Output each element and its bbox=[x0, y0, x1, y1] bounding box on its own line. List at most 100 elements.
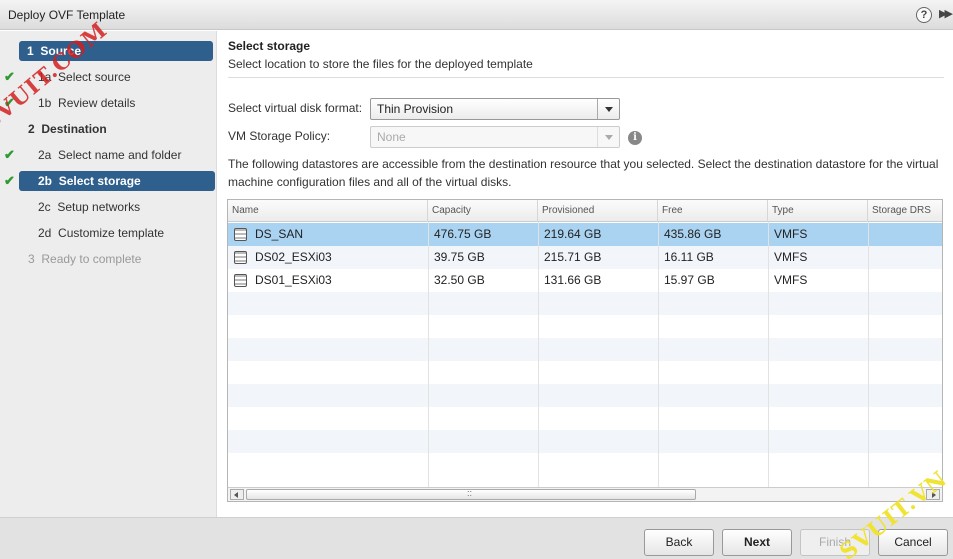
cancel-button[interactable]: Cancel bbox=[878, 529, 948, 556]
grip-icon: :: bbox=[467, 488, 473, 498]
cell-capacity: 476.75 GB bbox=[428, 223, 538, 246]
empty-table-row bbox=[228, 430, 942, 453]
cell-text: 435.86 GB bbox=[664, 227, 722, 241]
wizard-steps-sidebar: 1 Source ✔ 1a Select source ✔ 1b Review … bbox=[0, 31, 217, 517]
step-select-source[interactable]: ✔ 1a Select source bbox=[0, 67, 217, 87]
cell-drs bbox=[868, 246, 942, 269]
column-header-type[interactable]: Type bbox=[768, 200, 868, 222]
storage-policy-label: VM Storage Policy: bbox=[228, 129, 331, 143]
page-title: Select storage bbox=[228, 39, 311, 53]
step-select-name-folder[interactable]: ✔ 2a Select name and folder bbox=[0, 145, 217, 165]
dropdown-button[interactable] bbox=[597, 99, 619, 119]
step-source[interactable]: 1 Source bbox=[19, 41, 213, 61]
step-label: Select source bbox=[58, 70, 131, 84]
info-icon[interactable]: i bbox=[628, 131, 642, 145]
column-header-capacity[interactable]: Capacity bbox=[428, 200, 538, 222]
arrow-left-icon bbox=[234, 492, 238, 498]
column-divider bbox=[428, 222, 429, 487]
cell-type: VMFS bbox=[768, 269, 868, 292]
step-label: Destination bbox=[41, 122, 107, 136]
step-label: Source bbox=[40, 44, 82, 58]
chevron-down-icon bbox=[605, 107, 613, 112]
step-label: Setup networks bbox=[57, 200, 141, 214]
datastores-table: Name Capacity Provisioned Free Type Stor… bbox=[227, 199, 943, 502]
cell-provisioned: 131.66 GB bbox=[538, 269, 658, 292]
scroll-left-button[interactable] bbox=[230, 489, 244, 500]
disk-format-select[interactable]: Thin Provision bbox=[370, 98, 620, 120]
cell-text: DS01_ESXi03 bbox=[255, 273, 332, 287]
step-number: 2 bbox=[28, 122, 35, 136]
cell-name: DS_SAN bbox=[228, 223, 428, 246]
step-label: Ready to complete bbox=[41, 252, 142, 266]
cell-provisioned: 215.71 GB bbox=[538, 246, 658, 269]
step-label: Customize template bbox=[58, 226, 165, 240]
column-divider bbox=[768, 222, 769, 487]
back-button[interactable]: Back bbox=[644, 529, 714, 556]
step-select-storage[interactable]: 2b Select storage bbox=[19, 171, 215, 191]
cell-name: DS02_ESXi03 bbox=[228, 246, 428, 269]
column-header-provisioned[interactable]: Provisioned bbox=[538, 200, 658, 222]
step-number: 3 bbox=[28, 252, 35, 266]
empty-table-row bbox=[228, 315, 942, 338]
cell-text: VMFS bbox=[774, 250, 808, 264]
chevron-down-icon bbox=[605, 135, 613, 140]
table-header: Name Capacity Provisioned Free Type Stor… bbox=[228, 200, 942, 222]
window-title: Deploy OVF Template bbox=[8, 8, 126, 22]
table-row[interactable]: DS01_ESXi03 32.50 GB 131.66 GB 15.97 GB VMFS bbox=[228, 269, 942, 292]
step-destination[interactable]: 2 Destination bbox=[0, 119, 217, 139]
column-divider bbox=[658, 222, 659, 487]
cell-drs bbox=[868, 269, 942, 292]
next-button[interactable]: Next bbox=[722, 529, 792, 556]
cell-text: 131.66 GB bbox=[544, 273, 602, 287]
arrow-right-icon bbox=[932, 492, 936, 498]
check-icon: ✔ bbox=[4, 95, 15, 110]
empty-table-row bbox=[228, 407, 942, 430]
column-header-storage-drs[interactable]: Storage DRS bbox=[868, 200, 942, 222]
step-number: 1a bbox=[38, 70, 52, 84]
step-number: 2d bbox=[38, 226, 52, 240]
step-label: Select storage bbox=[58, 174, 141, 188]
step-number: 1b bbox=[38, 96, 52, 110]
cell-provisioned: 219.64 GB bbox=[538, 223, 658, 246]
dropdown-button bbox=[597, 127, 619, 147]
cell-free: 15.97 GB bbox=[658, 269, 768, 292]
cell-text: 215.71 GB bbox=[544, 250, 602, 264]
cell-text: DS02_ESXi03 bbox=[255, 250, 332, 264]
step-label: Select name and folder bbox=[58, 148, 182, 162]
title-bar: Deploy OVF Template ? ▶▶ bbox=[0, 0, 953, 30]
cell-text: 32.50 GB bbox=[434, 273, 485, 287]
datastores-description: The following datastores are accessible … bbox=[228, 157, 939, 189]
cell-text: 219.64 GB bbox=[544, 227, 602, 241]
cell-type: VMFS bbox=[768, 223, 868, 246]
wizard-footer: Back Next Finish Cancel bbox=[0, 517, 953, 559]
storage-policy-select: None bbox=[370, 126, 620, 148]
column-header-name[interactable]: Name bbox=[228, 200, 428, 222]
cell-type: VMFS bbox=[768, 246, 868, 269]
cell-text: 39.75 GB bbox=[434, 250, 485, 264]
cell-text: 476.75 GB bbox=[434, 227, 492, 241]
table-row[interactable]: DS_SAN 476.75 GB 219.64 GB 435.86 GB VMFS bbox=[228, 223, 942, 246]
step-customize-template[interactable]: 2d Customize template bbox=[0, 223, 217, 243]
step-number: 2c bbox=[38, 200, 51, 214]
scroll-right-button[interactable] bbox=[926, 489, 940, 500]
step-ready-to-complete: 3 Ready to complete bbox=[0, 249, 217, 269]
expand-icon[interactable]: ▶▶ bbox=[939, 7, 953, 20]
horizontal-scrollbar[interactable]: :: bbox=[228, 487, 942, 501]
finish-button: Finish bbox=[800, 529, 870, 556]
cell-free: 16.11 GB bbox=[658, 246, 768, 269]
step-review-details[interactable]: ✔ 1b Review details bbox=[0, 93, 217, 113]
scroll-thumb[interactable]: :: bbox=[246, 488, 696, 500]
column-header-free[interactable]: Free bbox=[658, 200, 768, 222]
step-label: Review details bbox=[58, 96, 136, 110]
check-icon: ✔ bbox=[4, 147, 15, 162]
table-row[interactable]: DS02_ESXi03 39.75 GB 215.71 GB 16.11 GB VMFS bbox=[228, 246, 942, 269]
check-icon: ✔ bbox=[4, 69, 15, 84]
step-number: 2a bbox=[38, 148, 52, 162]
empty-table-row bbox=[228, 338, 942, 361]
help-icon[interactable]: ? bbox=[916, 7, 932, 23]
cell-capacity: 32.50 GB bbox=[428, 269, 538, 292]
page-subtitle: Select location to store the files for t… bbox=[228, 57, 533, 71]
cell-text: 16.11 GB bbox=[664, 250, 714, 264]
step-setup-networks[interactable]: 2c Setup networks bbox=[0, 197, 217, 217]
storage-policy-value: None bbox=[377, 130, 406, 144]
